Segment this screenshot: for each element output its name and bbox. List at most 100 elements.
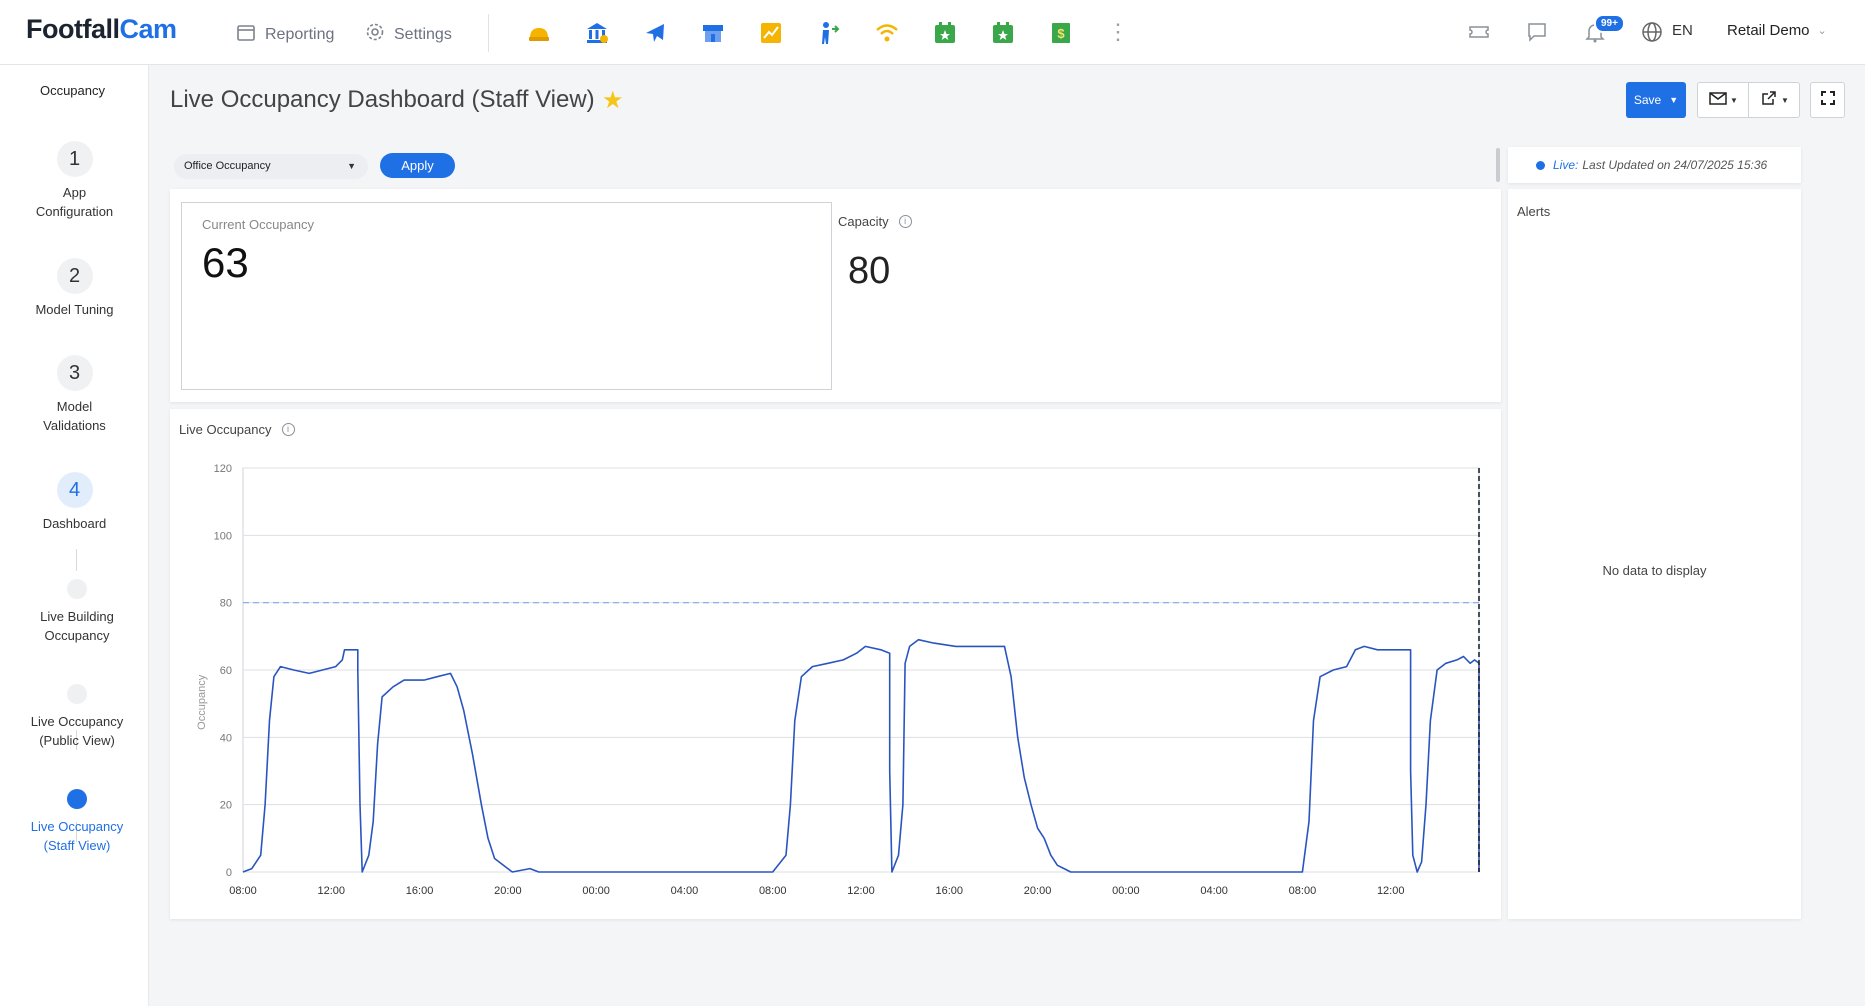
footfallcam-logo[interactable]: FootfallCam [26,14,177,45]
x-tick-label: 08:00 [229,885,257,897]
nav-reporting-label: Reporting [265,25,335,43]
calendar-icon [236,22,256,47]
step-label: Dashboard [42,516,107,531]
capacity-value: 80 [848,250,891,292]
caret-down-icon: ▼ [347,161,356,171]
people-transfer-icon[interactable] [816,20,842,46]
sidebar-item-live-occupancy-staff[interactable]: Live Occupancy (Staff View) [0,789,154,855]
fullscreen-button[interactable] [1810,82,1845,118]
hard-hat-icon[interactable] [526,20,552,46]
nav-reporting[interactable]: Reporting [236,22,334,47]
share-button[interactable]: ▼ [1748,82,1800,118]
alerts-card [1508,189,1801,919]
ticket-icon[interactable] [1467,20,1491,44]
x-tick-label: 04:00 [1200,885,1228,897]
y-tick-label: 20 [220,800,232,812]
live-dot-icon [1536,160,1545,170]
current-occupancy-tile: Current Occupancy 63 [181,202,832,390]
y-axis-label: Occupancy [196,674,208,730]
step-number: 4 [56,472,93,508]
chart-title: Live Occupancy [179,422,272,437]
capacity-label: Capacity [838,214,889,229]
last-updated-text: Last Updated on 24/07/2025 15:36 [1582,158,1768,172]
nav-settings-label: Settings [394,25,452,43]
mail-icon [1708,88,1728,113]
wifi-icon[interactable] [874,20,900,46]
capacity-label-row: Capacity i [838,214,912,229]
airplane-icon[interactable] [642,20,668,46]
gear-icon [365,22,385,47]
calendar-star-icon[interactable] [990,20,1016,46]
svg-text:$: $ [1057,26,1065,41]
step-dashboard[interactable]: 4 Dashboard [0,472,149,533]
email-button[interactable]: ▼ [1697,82,1749,118]
sidebar-item-label: Live Occupancy (Public View) [30,714,124,748]
step-number: 3 [56,355,93,391]
x-tick-label: 20:00 [494,885,522,897]
step-model-validations[interactable]: 3 Model Validations [0,355,149,435]
top-navbar: FootfallCam Reporting Settings $ ⋮ 99+ E… [0,0,1865,65]
fullscreen-icon [1818,88,1838,113]
caret-down-icon: ▼ [1669,95,1679,105]
x-tick-label: 04:00 [671,885,699,897]
panel-resize-handle[interactable] [1496,148,1500,182]
bank-icon[interactable] [584,20,610,46]
calendar-star-icon[interactable] [932,20,958,46]
store-icon[interactable] [700,20,726,46]
step-label: Model Tuning [35,302,114,317]
x-tick-label: 08:00 [759,885,787,897]
y-tick-label: 80 [220,598,232,610]
caret-down-icon: ▼ [1781,95,1789,105]
account-name: Retail Demo [1727,22,1810,39]
info-icon[interactable]: i [898,215,912,228]
x-tick-label: 12:00 [847,885,875,897]
x-tick-label: 12:00 [318,885,346,897]
current-occupancy-label: Current Occupancy [202,217,314,232]
sidebar-item-live-occupancy-public[interactable]: Live Occupancy (Public View) [0,684,154,750]
dashboard-select[interactable]: Office Occupancy ▼ [174,154,368,179]
sidebar-item-live-building-occupancy[interactable]: Live Building Occupancy [0,579,154,645]
save-button[interactable]: Save ▼ [1626,82,1686,118]
chart-up-icon[interactable] [758,20,784,46]
x-tick-label: 16:00 [936,885,964,897]
x-tick-label: 12:00 [1377,885,1405,897]
chart-title-row: Live Occupancy i [179,422,295,437]
live-label: Live: [1553,158,1579,172]
x-tick-label: 00:00 [1112,885,1140,897]
chevron-down-icon: ⌄ [1817,25,1827,37]
page-title: Live Occupancy Dashboard (Staff View) [170,86,595,113]
x-tick-label: 08:00 [1289,885,1317,897]
alerts-title: Alerts [1517,204,1551,219]
apply-button[interactable]: Apply [380,153,455,178]
chat-icon[interactable] [1525,20,1549,44]
save-button-label: Save [1633,93,1662,107]
y-tick-label: 40 [220,732,232,744]
current-occupancy-value: 63 [202,239,249,286]
x-tick-label: 16:00 [406,885,434,897]
y-tick-label: 120 [214,463,232,475]
nav-divider [488,14,489,52]
dollar-doc-icon[interactable]: $ [1048,20,1074,46]
y-tick-label: 100 [214,530,232,542]
language-selector[interactable]: EN [1672,22,1693,39]
sidebar-item-label: Live Occupancy (Staff View) [30,819,124,853]
sidebar-title: Occupancy [39,83,106,98]
live-status-bar: Live: Last Updated on 24/07/2025 15:36 [1508,147,1801,183]
favorite-star-icon[interactable]: ★ [602,86,624,115]
sidebar: Occupancy 1 App Configuration 2 Model Tun… [0,65,149,1006]
step-app-configuration[interactable]: 1 App Configuration [0,141,149,221]
info-icon[interactable]: i [281,423,295,436]
account-menu[interactable]: Retail Demo ⌄ [1727,22,1827,39]
occupancy-line-chart: 0 20 40 60 80 100 120 08:00 12:00 16:00 20:00 00:00… [196,463,1480,897]
y-tick-label: 60 [220,665,232,677]
notification-badge: 99+ [1594,14,1625,33]
nav-settings[interactable]: Settings [365,22,452,47]
caret-down-icon: ▼ [1730,95,1738,105]
x-tick-label: 20:00 [1024,885,1052,897]
step-dot [67,684,87,704]
globe-icon[interactable] [1640,20,1664,44]
more-apps-icon[interactable]: ⋮ [1107,18,1129,46]
step-model-tuning[interactable]: 2 Model Tuning [0,258,149,319]
sidebar-item-label: Live Building Occupancy [40,609,114,643]
step-dot [67,579,87,599]
